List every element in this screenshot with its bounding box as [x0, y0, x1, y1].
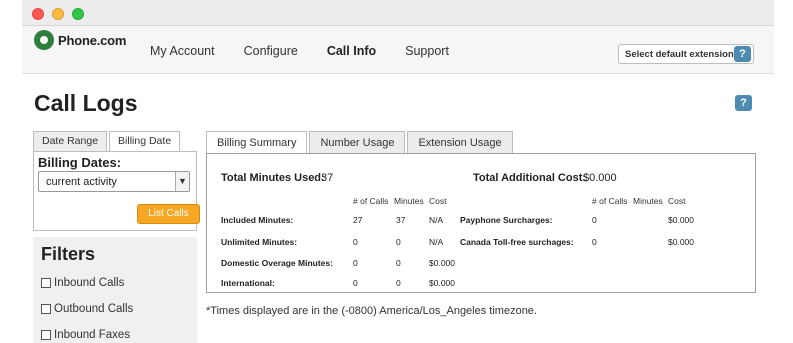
- page-help-icon[interactable]: ?: [735, 95, 752, 111]
- filters-title: Filters: [41, 244, 96, 264]
- row-calls: 0: [592, 237, 597, 247]
- filter-inbound-calls[interactable]: Inbound Calls: [41, 277, 124, 289]
- row-calls: 27: [353, 215, 363, 225]
- nav-my-account[interactable]: My Account: [150, 44, 215, 58]
- row-minutes: 0: [396, 237, 401, 247]
- total-minutes-value: 37: [321, 172, 334, 184]
- row-minutes: 0: [396, 258, 401, 268]
- nav-configure[interactable]: Configure: [244, 44, 298, 58]
- close-window-button[interactable]: [32, 8, 44, 20]
- col-header-cost-right: Cost: [668, 196, 686, 206]
- checkbox[interactable]: [41, 330, 51, 340]
- select-default-extension-label: Select default extension: [625, 48, 734, 60]
- site-header: Phone.com My Account Configure Call Info…: [22, 26, 774, 74]
- col-header-minutes-right: Minutes: [633, 196, 663, 206]
- tab-extension-usage[interactable]: Extension Usage: [407, 131, 513, 153]
- filter-outbound-calls[interactable]: Outbound Calls: [41, 303, 133, 315]
- checkbox[interactable]: [41, 304, 51, 314]
- filter-label: Outbound Calls: [54, 303, 134, 315]
- checkbox[interactable]: [41, 278, 51, 288]
- tab-date-range[interactable]: Date Range: [33, 131, 108, 151]
- page-title: Call Logs: [34, 90, 138, 116]
- col-header-calls-right: # of Calls: [592, 196, 628, 206]
- col-header-minutes: Minutes: [394, 196, 424, 206]
- row-label: Unlimited Minutes:: [221, 237, 298, 247]
- billing-dates-label: Billing Dates:: [38, 155, 122, 170]
- row-cost: $0.000: [429, 258, 455, 268]
- row-label: Payphone Surcharges:: [460, 215, 553, 225]
- row-cost: N/A: [429, 215, 444, 225]
- billing-summary-panel: Total Minutes Used: 37 Total Additional …: [206, 153, 756, 293]
- select-default-extension-button[interactable]: Select default extension ?: [618, 44, 754, 64]
- nav-support[interactable]: Support: [405, 44, 449, 58]
- row-calls: 0: [592, 215, 597, 225]
- row-calls: 0: [353, 258, 358, 268]
- filters-panel: Filters Inbound Calls Outbound Calls Inb…: [33, 237, 197, 343]
- browser-window: Phone.com My Account Configure Call Info…: [22, 0, 774, 343]
- row-minutes: 37: [396, 215, 406, 225]
- filter-label: Inbound Faxes: [54, 329, 131, 341]
- row-calls: 0: [353, 278, 358, 288]
- logo[interactable]: Phone.com: [34, 30, 126, 50]
- nav-call-info[interactable]: Call Info: [327, 44, 376, 58]
- zoom-window-button[interactable]: [72, 8, 84, 20]
- logo-text: Phone.com: [58, 32, 127, 48]
- col-header-cost: Cost: [429, 196, 447, 206]
- total-minutes-label: Total Minutes Used:: [221, 172, 325, 184]
- row-label: International:: [221, 278, 275, 288]
- title-bar: [22, 0, 774, 26]
- row-label: Domestic Overage Minutes:: [221, 258, 333, 268]
- total-cost-label: Total Additional Cost:: [473, 172, 587, 184]
- minimize-window-button[interactable]: [52, 8, 64, 20]
- report-tabs: Billing Summary Number Usage Extension U…: [206, 131, 515, 154]
- filter-inbound-faxes[interactable]: Inbound Faxes: [41, 329, 130, 341]
- billing-dates-value: current activity: [46, 176, 117, 188]
- help-icon[interactable]: ?: [734, 46, 751, 62]
- filter-label: Inbound Calls: [54, 277, 125, 289]
- timezone-footnote: *Times displayed are in the (-0800) Amer…: [206, 305, 537, 317]
- tab-billing-summary[interactable]: Billing Summary: [206, 131, 308, 154]
- tab-billing-date[interactable]: Billing Date: [109, 131, 181, 152]
- total-cost-value: $0.000: [583, 172, 617, 184]
- row-cost: $0.000: [668, 237, 694, 247]
- list-calls-button[interactable]: List Calls: [137, 204, 200, 224]
- billing-date-panel: Billing Dates: current activity ▼ List C…: [33, 151, 200, 231]
- chevron-down-icon: ▼: [175, 172, 189, 191]
- row-cost: $0.000: [429, 278, 455, 288]
- row-minutes: 0: [396, 278, 401, 288]
- billing-dates-select[interactable]: current activity ▼: [38, 171, 190, 192]
- date-mode-tabs: Date Range Billing Date: [33, 131, 182, 152]
- row-cost: N/A: [429, 237, 444, 247]
- row-label: Canada Toll-free surchages:: [460, 237, 574, 247]
- col-header-calls: # of Calls: [353, 196, 389, 206]
- tab-number-usage[interactable]: Number Usage: [309, 131, 406, 153]
- row-cost: $0.000: [668, 215, 694, 225]
- phone-com-logo-icon: [34, 30, 54, 50]
- row-calls: 0: [353, 237, 358, 247]
- row-label: Included Minutes:: [221, 215, 294, 225]
- main-nav: My Account Configure Call Info Support: [150, 44, 478, 58]
